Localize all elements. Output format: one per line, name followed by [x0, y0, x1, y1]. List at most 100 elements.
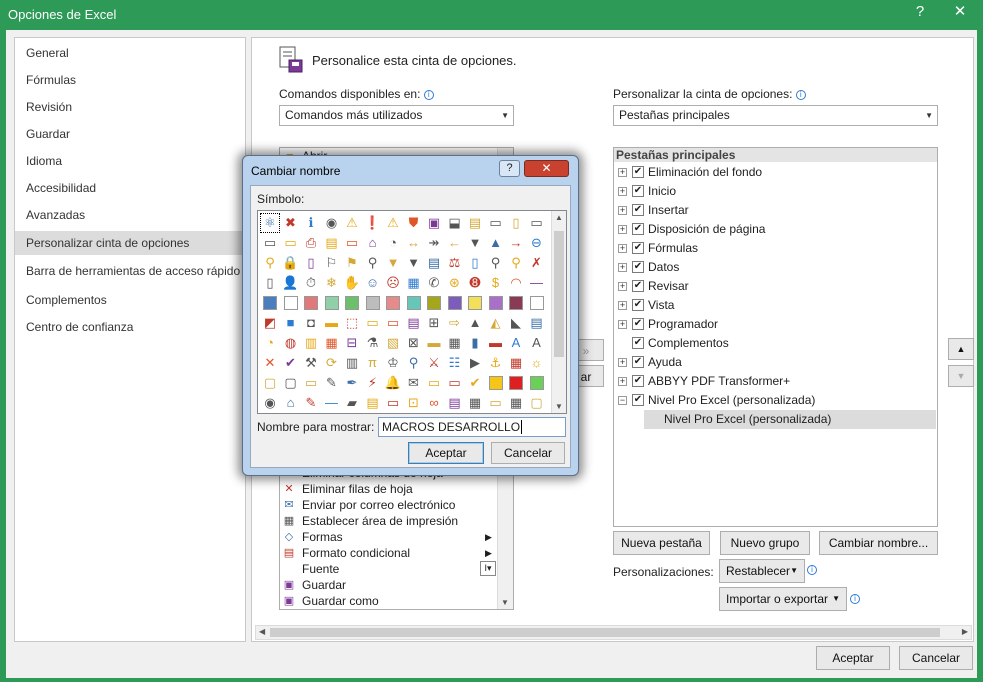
scrollbar-thumb[interactable] [554, 231, 564, 357]
checkbox[interactable]: ✔ [632, 185, 644, 197]
tree-child-selected[interactable]: Nivel Pro Excel (personalizada) [644, 410, 936, 429]
symbol-cell[interactable] [282, 294, 300, 312]
symbol-cell[interactable]: ✔ [282, 354, 300, 372]
symbol-cell[interactable] [487, 294, 505, 312]
nav-item[interactable]: Idioma [15, 149, 245, 173]
symbol-cell[interactable] [425, 294, 443, 312]
checkbox[interactable]: ✔ [632, 242, 644, 254]
symbol-cell[interactable]: ▬ [323, 314, 341, 332]
tree-item[interactable]: + ✔ Datos [614, 258, 936, 277]
symbol-cell[interactable]: ⚠ [343, 214, 361, 232]
symbol-cell[interactable]: ▭ [384, 394, 402, 412]
symbol-cell[interactable]: ▢ [528, 394, 546, 412]
symbol-cell[interactable]: — [528, 274, 546, 292]
symbol-cell[interactable]: ▲ [466, 314, 484, 332]
symbol-cell[interactable]: ⚡ [364, 374, 382, 392]
new-tab-button[interactable]: Nueva pestaña [613, 531, 710, 555]
symbol-cell[interactable]: ☹ [384, 274, 402, 292]
tree-item[interactable]: + ✔ Fórmulas [614, 239, 936, 258]
checkbox[interactable]: ✔ [632, 337, 644, 349]
symbol-cell[interactable]: ✒ [343, 374, 361, 392]
checkbox[interactable]: ✔ [632, 318, 644, 330]
symbol-cell[interactable]: ▤ [364, 394, 382, 412]
symbol-cell[interactable]: A [528, 334, 546, 352]
checkbox[interactable]: ✔ [632, 356, 644, 368]
symbol-cell[interactable]: ◠ [507, 274, 525, 292]
symbol-cell[interactable]: ▯ [466, 254, 484, 272]
symbol-cell[interactable]: ⚒ [302, 354, 320, 372]
checkbox[interactable]: ✔ [632, 375, 644, 387]
symbol-cell[interactable]: ▦ [507, 354, 525, 372]
scroll-left-icon[interactable]: ◀ [259, 627, 265, 636]
symbol-cell[interactable]: ⊛ [446, 274, 464, 292]
symbol-cell[interactable]: ▢ [261, 374, 279, 392]
symbol-cell[interactable]: ▯ [507, 214, 525, 232]
symbol-cell[interactable]: ⏱ [302, 274, 320, 292]
symbol-cell[interactable]: ♔ [384, 354, 402, 372]
expand-icon[interactable]: + [618, 358, 627, 367]
symbol-cell[interactable]: ▭ [425, 374, 443, 392]
symbol-cell[interactable]: ← [446, 234, 464, 252]
symbol-cell[interactable]: ⎙ [302, 234, 320, 252]
symbol-cell[interactable]: ▼ [384, 254, 402, 272]
symbol-cell[interactable]: ⟳ [323, 354, 341, 372]
dialog-close-button[interactable]: ✕ [524, 160, 569, 177]
symbol-cell[interactable]: ⊠ [405, 334, 423, 352]
rename-button[interactable]: Cambiar nombre... [819, 531, 938, 555]
symbol-cell[interactable]: ❗ [364, 214, 382, 232]
symbol-cell[interactable]: ▼ [466, 234, 484, 252]
symbol-cell[interactable]: — [323, 394, 341, 412]
list-item[interactable]: ▦ Establecer área de impresión [280, 513, 508, 529]
nav-item[interactable]: Avanzadas [15, 203, 245, 227]
nav-item[interactable]: General [15, 41, 245, 65]
symbol-cell[interactable]: ⚲ [507, 254, 525, 272]
symbol-cell[interactable]: 🔔 [384, 374, 402, 392]
symbol-cell[interactable]: ⚑ [343, 254, 361, 272]
symbol-cell[interactable]: ☺ [364, 274, 382, 292]
list-item[interactable]: ▤ Formato condicional ▶ [280, 545, 508, 561]
symbol-cell[interactable] [466, 294, 484, 312]
import-export-dropdown[interactable]: Importar o exportar ▼ [719, 587, 847, 611]
expand-icon[interactable]: + [618, 168, 627, 177]
symbol-cell[interactable]: ⚠ [384, 214, 402, 232]
scroll-up-icon[interactable]: ▲ [555, 213, 563, 222]
checkbox[interactable]: ✔ [632, 280, 644, 292]
expand-icon[interactable]: + [618, 301, 627, 310]
symbol-cell[interactable]: ▬ [487, 334, 505, 352]
list-item[interactable]: ▣ Guardar [280, 577, 508, 593]
symbol-cell[interactable]: ◉ [261, 394, 279, 412]
symbol-cell[interactable]: ◣ [507, 314, 525, 332]
tree-item[interactable]: + ✔ Inicio [614, 182, 936, 201]
symbol-cell[interactable]: ▭ [302, 374, 320, 392]
symbol-cell[interactable]: ☷ [446, 354, 464, 372]
tree-item[interactable]: + ✔ ABBYY PDF Transformer+ [614, 372, 936, 391]
symbol-cell[interactable]: ◍ [282, 334, 300, 352]
expand-icon[interactable]: + [618, 187, 627, 196]
symbol-cell[interactable]: ⊡ [405, 394, 423, 412]
symbol-cell[interactable]: A [507, 334, 525, 352]
scrollbar-thumb[interactable] [270, 628, 940, 637]
horizontal-scrollbar[interactable]: ◀ ▶ [255, 625, 972, 640]
nav-item[interactable]: Complementos [15, 288, 245, 312]
symbol-grid[interactable]: ⚛ ✖ ℹ ◉ ⚠ ❗ ⚠ ⛊ ▣ ⬓ ▤ ▭ ▯ ▭ ▭ ▭ ⎙ ▤ ▭ ⌂ ◔ ↔ ↠ ← ▼ ▲ → ⊖ ⚲ 🔒 ▯ ⚐ ⚑ ⚲ ▼ ▼ ▤ ⚖ ▯ ⚲… [257, 210, 567, 414]
symbol-cell[interactable]: ⚲ [364, 254, 382, 272]
symbol-cell[interactable]: ▯ [302, 254, 320, 272]
tree-item[interactable]: + ✔ Insertar [614, 201, 936, 220]
tree-item[interactable]: + ✔ Programador [614, 315, 936, 334]
symbol-cell[interactable]: ▶ [466, 354, 484, 372]
symbol-cell[interactable]: ⬓ [446, 214, 464, 232]
list-item[interactable]: Fuente I▾ [280, 561, 508, 577]
symbol-cell[interactable]: ⚲ [405, 354, 423, 372]
nav-item[interactable]: Accesibilidad [15, 176, 245, 200]
tree-item[interactable]: + ✔ Ayuda [614, 353, 936, 372]
symbol-cell[interactable]: ◩ [261, 314, 279, 332]
expand-icon[interactable]: + [618, 282, 627, 291]
symbol-cell[interactable]: ✉ [405, 374, 423, 392]
symbol-cell[interactable] [364, 294, 382, 312]
scroll-down-icon[interactable]: ▼ [501, 598, 509, 607]
nav-item[interactable]: Centro de confianza [15, 315, 245, 339]
symbol-cell[interactable]: ▧ [384, 334, 402, 352]
symbol-cell[interactable]: ⚓ [487, 354, 505, 372]
symbol-cell[interactable]: ◔ [384, 234, 402, 252]
symbol-cell[interactable]: ▦ [323, 334, 341, 352]
